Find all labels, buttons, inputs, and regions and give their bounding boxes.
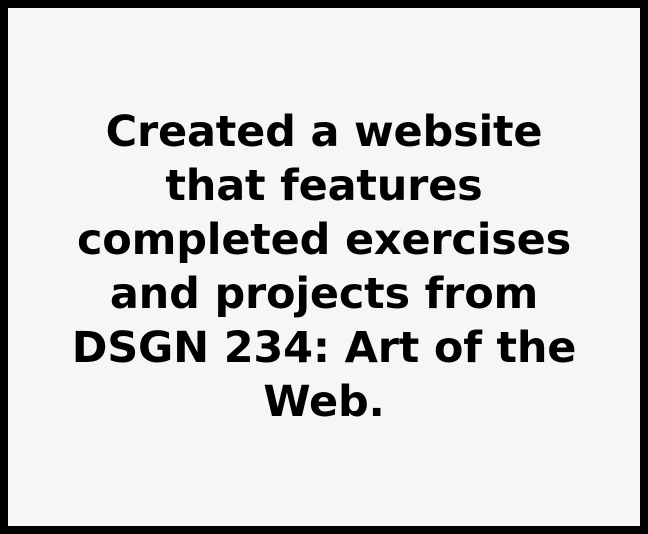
project-description-card: Created a website that features complete… [0, 0, 648, 534]
project-description-text: Created a website that features complete… [71, 107, 577, 427]
